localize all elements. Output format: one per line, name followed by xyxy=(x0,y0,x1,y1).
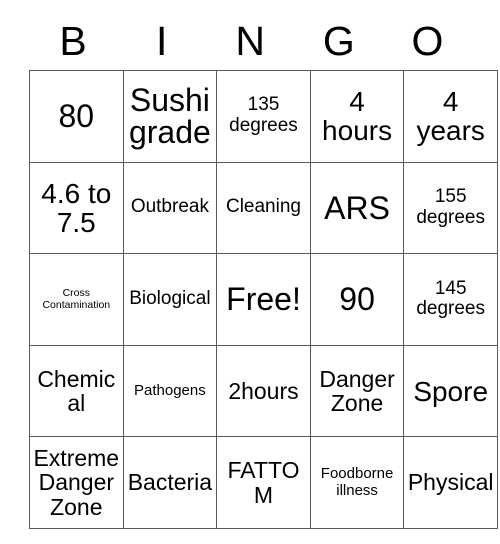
bingo-cell-label: 4 years xyxy=(416,86,485,147)
bingo-cell-label: 80 xyxy=(58,97,95,134)
bingo-cell-label: 135 degrees xyxy=(229,94,298,137)
bingo-cell[interactable]: 155 degrees xyxy=(403,161,498,255)
bingo-cell[interactable]: Foodborne illness xyxy=(309,436,405,529)
bingo-cell-label: 4.6 to 7.5 xyxy=(41,177,112,238)
bingo-header-letter-b: B xyxy=(59,17,88,64)
bingo-cell-label: 155 degrees xyxy=(416,186,485,228)
bingo-cell-free[interactable]: Free! xyxy=(216,253,311,346)
bingo-cell-label: Pathogens xyxy=(134,381,206,399)
bingo-cell-label: FATTOM xyxy=(227,457,300,508)
bingo-cell-label: Biological xyxy=(129,288,211,310)
bingo-cell[interactable]: Outbreak xyxy=(122,161,218,255)
bingo-cell-label: Cleaning xyxy=(225,196,301,218)
bingo-cell[interactable]: Sushi grade xyxy=(122,70,218,163)
bingo-cell[interactable]: Chemical xyxy=(29,344,124,438)
bingo-cell-label: 4 hours xyxy=(322,86,393,147)
bingo-cell-label: Sushi grade xyxy=(128,81,211,151)
bingo-cell-label: Chemical xyxy=(37,365,116,417)
bingo-cell-label: ARS xyxy=(324,189,390,226)
bingo-cell[interactable]: 4 years xyxy=(403,70,498,163)
bingo-row: 4.6 to 7.5 Outbreak Cleaning ARS 155 deg… xyxy=(29,161,498,255)
bingo-cell[interactable]: Biological xyxy=(122,253,218,346)
bingo-cell-label: Free! xyxy=(226,281,301,318)
bingo-cell-label: Bacteria xyxy=(127,469,213,496)
bingo-cell[interactable]: 80 xyxy=(29,70,124,163)
bingo-header-letter-o: O xyxy=(411,17,444,64)
bingo-cell-label: Cross Contamination xyxy=(42,287,111,312)
bingo-header-letter-g: G xyxy=(322,17,356,64)
bingo-cell-label: Foodborne illness xyxy=(320,464,394,499)
bingo-cell[interactable]: 90 xyxy=(309,253,405,346)
bingo-cell-label: 90 xyxy=(339,281,375,318)
bingo-cell[interactable]: Extreme Danger Zone xyxy=(29,436,124,529)
bingo-grid: 80 Sushi grade 135 degrees 4 hours 4 yea… xyxy=(29,70,498,529)
bingo-cell-label: Extreme Danger Zone xyxy=(33,445,120,520)
bingo-cell[interactable]: Cleaning xyxy=(216,161,311,255)
bingo-cell[interactable]: Bacteria xyxy=(122,436,218,529)
bingo-cell[interactable]: Physical xyxy=(403,436,498,529)
bingo-header-letter-n: N xyxy=(235,17,266,64)
bingo-cell[interactable]: 4.6 to 7.5 xyxy=(29,161,124,255)
bingo-row: Cross Contamination Biological Free! 90 … xyxy=(29,253,498,346)
bingo-row: 80 Sushi grade 135 degrees 4 hours 4 yea… xyxy=(29,70,498,163)
bingo-cell[interactable]: 135 degrees xyxy=(216,70,311,163)
bingo-cell[interactable]: FATTOM xyxy=(216,436,311,529)
bingo-cell[interactable]: Cross Contamination xyxy=(29,253,124,346)
bingo-cell-label: 2hours xyxy=(228,377,299,404)
bingo-cell-label: Spore xyxy=(413,375,489,407)
bingo-cell-label: Danger Zone xyxy=(319,365,395,417)
bingo-cell[interactable]: 4 hours xyxy=(309,70,405,163)
bingo-cell[interactable]: Pathogens xyxy=(122,344,218,438)
bingo-cell-label: Physical xyxy=(407,469,494,496)
bingo-cell[interactable]: ARS xyxy=(309,161,405,255)
bingo-row: Chemical Pathogens 2hours Danger Zone Sp… xyxy=(29,344,498,438)
bingo-header-row: B I N G O xyxy=(29,12,472,70)
bingo-cell-label: Outbreak xyxy=(130,196,209,218)
bingo-header-letter-i: I xyxy=(155,17,168,64)
bingo-cell-label: 145 degrees xyxy=(416,277,485,320)
bingo-cell[interactable]: 145 degrees xyxy=(403,253,498,346)
bingo-row: Extreme Danger Zone Bacteria FATTOM Food… xyxy=(29,436,498,529)
bingo-cell[interactable]: 2hours xyxy=(216,344,311,438)
bingo-cell[interactable]: Spore xyxy=(403,344,498,438)
bingo-cell[interactable]: Danger Zone xyxy=(309,344,405,438)
bingo-card: B I N G O 80 Sushi grade 135 degrees 4 h… xyxy=(29,12,498,529)
